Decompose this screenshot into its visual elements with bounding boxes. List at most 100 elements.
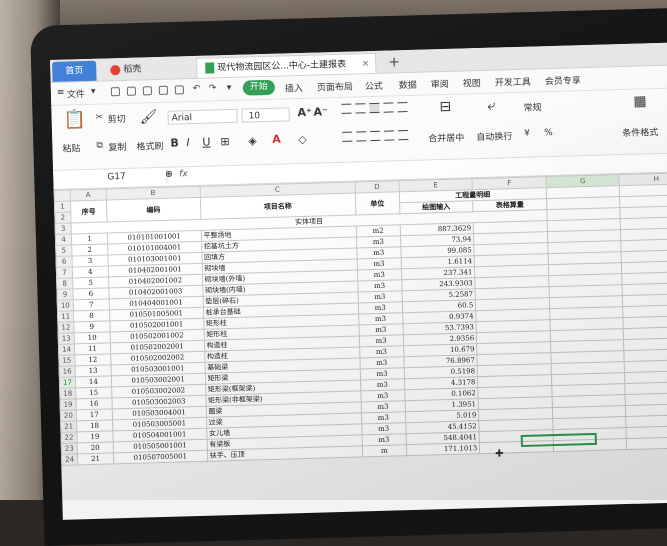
row-header[interactable]: 16 <box>59 365 76 378</box>
worksheet[interactable]: A B C D E F G H 1 序号 编码 项目名称 单位 工程量明细 2 … <box>53 172 667 466</box>
row-header[interactable]: 20 <box>60 409 77 422</box>
italic-button[interactable]: I <box>186 136 190 149</box>
tab-insert[interactable]: 插入 <box>285 81 303 94</box>
header-seq[interactable]: 序号 <box>70 199 107 223</box>
save-icon[interactable] <box>110 87 121 97</box>
underline-button[interactable]: U <box>202 136 210 149</box>
row-header[interactable]: 15 <box>58 354 76 367</box>
row-header[interactable]: 2 <box>54 211 72 224</box>
merge-cells-icon[interactable]: ⊟ <box>439 99 451 115</box>
align-middle-icon[interactable] <box>355 103 366 114</box>
tab-home[interactable]: 首页 <box>52 60 97 82</box>
wrap-text-button[interactable]: 自动换行 <box>476 129 512 143</box>
scissors-icon[interactable]: ✂ <box>95 113 103 123</box>
font-name-select[interactable]: Arial <box>167 108 238 125</box>
data-grid[interactable]: A B C D E F G H 1 序号 编码 项目名称 单位 工程量明细 2 … <box>54 172 667 466</box>
tab-review[interactable]: 审阅 <box>431 77 449 90</box>
tab-developer[interactable]: 开发工具 <box>495 75 531 89</box>
align-bottom-icon[interactable] <box>369 102 380 114</box>
row-header[interactable]: 1 <box>54 200 71 213</box>
row-header[interactable]: 14 <box>58 343 75 356</box>
new-tab-button[interactable]: + <box>380 52 401 73</box>
font-color-icon[interactable]: A <box>272 133 281 146</box>
row-header[interactable]: 6 <box>55 255 73 268</box>
merge-center-button[interactable]: 合并居中 <box>428 130 464 144</box>
justify-icon[interactable] <box>384 130 395 141</box>
row-header[interactable]: 3 <box>55 222 72 235</box>
wrap-text-icon[interactable]: ⤶ <box>487 98 495 114</box>
percent-button[interactable]: % <box>544 128 553 138</box>
header-unit[interactable]: 单位 <box>355 191 400 216</box>
format-painter-icon[interactable]: 🖌 <box>139 109 157 125</box>
decrease-font-button[interactable]: A⁻ <box>313 105 328 118</box>
format-painter-button[interactable]: 格式刷 <box>136 139 163 153</box>
cut-button[interactable]: 剪切 <box>107 112 126 125</box>
row-header[interactable]: 12 <box>57 321 75 334</box>
chevron-down-icon[interactable]: ▾ <box>227 83 232 93</box>
row-header[interactable]: 7 <box>56 266 73 279</box>
row-header[interactable]: 24 <box>61 453 78 466</box>
currency-button[interactable]: ¥ <box>524 129 530 139</box>
select-all-corner[interactable] <box>54 189 71 202</box>
tab-member[interactable]: 会员专享 <box>545 73 581 87</box>
align-top-icon[interactable] <box>341 103 352 114</box>
row-header[interactable]: 18 <box>59 387 76 400</box>
number-format-select[interactable]: 常规 <box>523 100 541 113</box>
row-header[interactable]: 5 <box>55 244 72 257</box>
redo-icon[interactable]: ↷ <box>209 83 217 93</box>
tab-start[interactable]: 开始 <box>242 79 276 96</box>
clear-format-icon[interactable]: ◇ <box>298 133 307 146</box>
row-header[interactable]: 9 <box>56 288 74 301</box>
row-header[interactable]: 13 <box>58 332 75 345</box>
conditional-format-icon[interactable]: ▦ <box>633 93 647 109</box>
tab-docer[interactable]: 稻壳 <box>102 58 193 81</box>
distributed-icon[interactable] <box>398 130 409 141</box>
print-icon[interactable] <box>142 86 153 96</box>
undo-icon[interactable]: ↶ <box>193 84 201 94</box>
tab-view[interactable]: 视图 <box>463 76 481 89</box>
conditional-format-button[interactable]: 条件格式 <box>622 125 658 139</box>
align-left-icon[interactable] <box>342 131 353 142</box>
close-tab-icon[interactable]: × <box>361 54 370 74</box>
copy-button[interactable]: 复制 <box>108 140 126 153</box>
align-center-icon[interactable] <box>356 131 367 142</box>
zoom-icon[interactable]: ⊕ <box>165 170 173 180</box>
row-header[interactable]: 22 <box>60 431 78 444</box>
row-header[interactable]: 23 <box>61 442 78 455</box>
tab-formula[interactable]: 公式 <box>365 79 383 92</box>
header-code[interactable]: 编码 <box>106 197 201 222</box>
row-header[interactable]: 11 <box>57 310 74 323</box>
fill-color-icon[interactable]: ◈ <box>248 134 257 147</box>
indent-icon[interactable] <box>383 102 394 113</box>
tab-data[interactable]: 数据 <box>399 78 417 91</box>
row-header[interactable]: 10 <box>57 299 74 312</box>
cell-drawing-quantity[interactable]: 171.1013 <box>405 442 480 456</box>
borders-icon[interactable]: ⊞ <box>220 135 230 148</box>
font-size-select[interactable]: 10 <box>241 107 290 123</box>
outdent-icon[interactable] <box>397 102 408 113</box>
paste-icon[interactable]: 📋 <box>63 109 86 131</box>
copy-icon[interactable]: ⧉ <box>96 141 103 151</box>
print-preview-icon[interactable] <box>158 85 169 95</box>
row-header[interactable]: 8 <box>56 277 73 290</box>
cell-unit[interactable]: m <box>362 444 407 457</box>
bold-button[interactable]: B <box>170 136 179 149</box>
cell-code[interactable]: 010507005001 <box>113 450 208 464</box>
row-header[interactable]: 19 <box>59 398 77 411</box>
cell[interactable] <box>626 436 667 450</box>
find-icon[interactable] <box>174 85 185 95</box>
menu-file[interactable]: 文件 <box>67 87 85 100</box>
tab-page-layout[interactable]: 页面布局 <box>317 80 353 94</box>
row-header[interactable]: 17 <box>59 376 76 389</box>
fx-icon[interactable]: fx <box>179 169 188 179</box>
name-box[interactable]: G17 <box>57 169 168 186</box>
increase-font-button[interactable]: A⁺ <box>297 106 312 119</box>
hamburger-icon[interactable]: ≡ <box>57 88 65 98</box>
row-header[interactable]: 21 <box>60 420 77 433</box>
paste-button[interactable]: 粘贴 <box>62 141 80 154</box>
align-right-icon[interactable] <box>370 130 381 142</box>
row-header[interactable]: 4 <box>55 233 72 246</box>
cell-seq[interactable]: 21 <box>77 452 114 465</box>
chevron-down-icon[interactable]: ▾ <box>91 87 96 97</box>
export-pdf-icon[interactable] <box>126 86 137 96</box>
